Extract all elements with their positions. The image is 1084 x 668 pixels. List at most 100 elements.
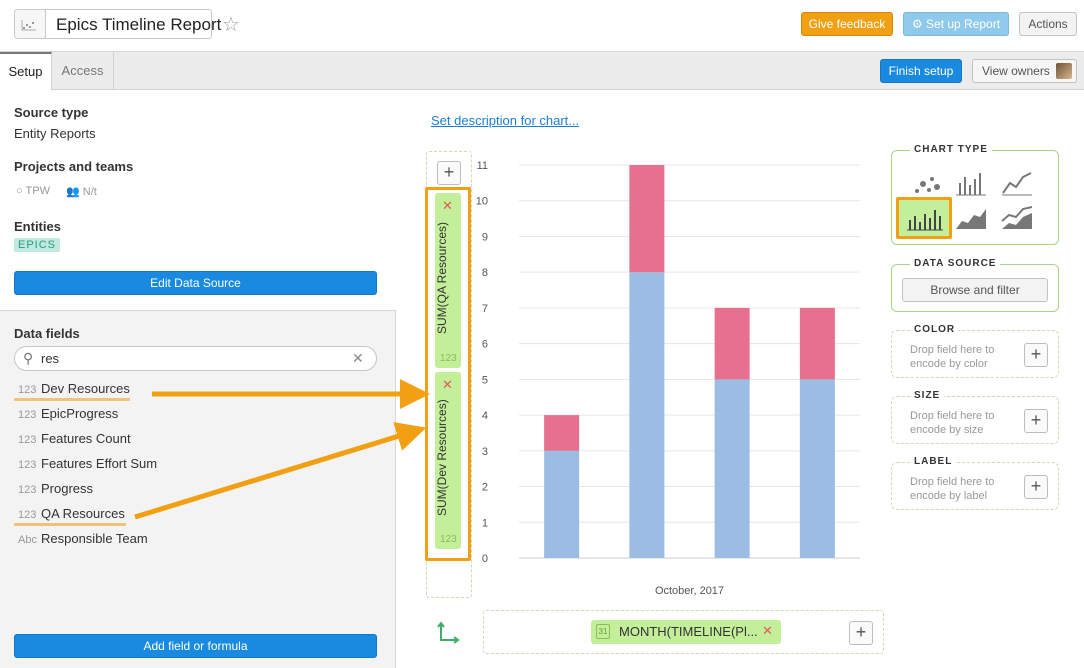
field-label: QA Resources	[41, 506, 125, 521]
tab-setup[interactable]: Setup	[0, 52, 52, 91]
bar-segment	[629, 272, 665, 558]
field-search-input[interactable]: ⚲ res ✕	[14, 346, 377, 371]
favorite-star-icon[interactable]: ☆	[222, 12, 240, 37]
field-item-qa-resources[interactable]: 123 QA Resources	[18, 506, 125, 521]
tab-access[interactable]: Access	[52, 52, 114, 90]
bar-segment	[629, 165, 665, 273]
field-label: Features Count	[41, 431, 131, 446]
source-type-value: Entity Reports	[14, 126, 96, 141]
edit-data-source-button[interactable]: Edit Data Source	[14, 271, 377, 295]
label-encoding-drop[interactable]: LABEL Drop field here to encode by label…	[891, 456, 1059, 510]
highlight-underline	[14, 398, 130, 401]
y-tick-label: 0	[482, 553, 488, 565]
report-chart-icon[interactable]	[14, 9, 46, 39]
browse-filter-button[interactable]: Browse and filter	[902, 278, 1048, 302]
remove-pill-icon[interactable]: ✕	[762, 623, 773, 639]
size-encoding-drop[interactable]: SIZE Drop field here to encode by size +	[891, 390, 1059, 444]
field-item-progress[interactable]: 123 Progress	[18, 481, 93, 496]
number-type-icon: 123	[18, 409, 37, 421]
source-type-heading: Source type	[14, 105, 89, 120]
field-item-dev-resources[interactable]: 123 Dev Resources	[18, 381, 130, 396]
scatter-chart-icon[interactable]	[908, 169, 942, 197]
field-item-epic-progress[interactable]: 123 EpicProgress	[18, 406, 118, 421]
size-heading: SIZE	[910, 390, 945, 401]
add-size-button[interactable]: +	[1024, 409, 1048, 433]
add-y-field-button[interactable]: +	[437, 161, 461, 185]
y-tick-label: 6	[482, 339, 488, 351]
color-hint: Drop field here to encode by color	[910, 344, 995, 370]
bar-segment	[544, 415, 580, 451]
text-type-icon: Abc	[18, 534, 37, 546]
gear-icon: ⚙	[911, 17, 927, 31]
set-description-link[interactable]: Set description for chart...	[431, 113, 579, 128]
remove-pill-icon[interactable]: ✕	[442, 377, 453, 393]
data-fields-heading: Data fields	[14, 326, 80, 341]
bar-segment	[544, 450, 580, 558]
view-owners-label: View owners	[982, 64, 1050, 78]
label-hint: Drop field here to encode by label	[910, 476, 995, 502]
field-label: Progress	[41, 481, 94, 496]
view-owners-button[interactable]: View owners	[972, 59, 1077, 83]
field-label: Responsible Team	[41, 531, 148, 546]
number-type-icon: 123	[18, 459, 37, 471]
y-tick-label: 11	[477, 160, 488, 172]
actions-button[interactable]: Actions	[1019, 12, 1077, 36]
project-name: TPW	[25, 185, 50, 197]
chart-type-heading: CHART TYPE	[910, 144, 992, 155]
number-type-icon: 123	[18, 384, 37, 396]
add-field-button[interactable]: Add field or formula	[14, 634, 377, 658]
field-item-responsible-team[interactable]: Abc Responsible Team	[18, 531, 148, 546]
entities-heading: Entities	[14, 219, 61, 234]
remove-pill-icon[interactable]: ✕	[442, 198, 453, 214]
finish-setup-button[interactable]: Finish setup	[880, 59, 962, 83]
stacked-bar-chart: 0 1 2 3 4 5 6 7 8 9 10 11 October, 2017	[476, 160, 860, 597]
team-item: 👥 N/t	[66, 185, 97, 198]
bar-segment	[799, 379, 835, 558]
label-heading: LABEL	[910, 456, 957, 467]
add-color-button[interactable]: +	[1024, 343, 1048, 367]
y-tick-label: 3	[482, 446, 488, 458]
y-pill-qa-resources[interactable]: ✕ SUM(QA Resources) 123	[435, 193, 461, 368]
bar-chart-icon[interactable]	[954, 169, 988, 197]
number-type-icon: 123	[18, 484, 37, 496]
x-pill-label: MONTH(TIMELINE(Pl...	[619, 624, 758, 639]
add-x-field-button[interactable]: +	[849, 621, 873, 645]
project-item: ○ TPW	[16, 185, 50, 197]
report-title[interactable]: Epics Timeline Report	[45, 9, 221, 39]
field-item-features-effort-sum[interactable]: 123 Features Effort Sum	[18, 456, 157, 471]
color-heading: COLOR	[910, 324, 960, 335]
give-feedback-button[interactable]: Give feedback	[801, 12, 893, 36]
calendar-icon: 31	[596, 624, 610, 639]
y-pill-label: SUM(Dev Resources)	[435, 399, 449, 517]
bar-segment	[714, 307, 750, 380]
projects-heading: Projects and teams	[14, 159, 134, 174]
stacked-area-chart-icon[interactable]	[1000, 203, 1034, 231]
highlight-underline	[14, 523, 126, 526]
axis-swap-icon[interactable]	[436, 620, 464, 646]
area-chart-icon[interactable]	[954, 203, 988, 231]
team-people-icon: 👥	[66, 186, 83, 198]
setup-report-button[interactable]: ⚙ Set up Report	[903, 12, 1009, 36]
x-pill-month-timeline[interactable]: 31 MONTH(TIMELINE(Pl... ✕	[591, 620, 781, 644]
color-encoding-drop[interactable]: COLOR Drop field here to encode by color…	[891, 324, 1059, 378]
add-label-button[interactable]: +	[1024, 475, 1048, 499]
stacked-bar-chart-icon[interactable]	[896, 197, 952, 239]
field-item-features-count[interactable]: 123 Features Count	[18, 431, 131, 446]
entity-tag-epics: EPICS	[14, 238, 61, 252]
data-source-panel: DATA SOURCE Browse and filter	[891, 258, 1059, 312]
data-source-heading: DATA SOURCE	[910, 258, 1001, 269]
line-chart-icon[interactable]	[1000, 169, 1034, 197]
setup-report-label: Set up Report	[926, 17, 1001, 31]
project-circle-icon: ○	[16, 185, 26, 197]
y-tick-label: 5	[482, 374, 488, 386]
y-pill-dev-resources[interactable]: ✕ SUM(Dev Resources) 123	[435, 372, 461, 549]
bar-segment	[799, 307, 835, 380]
y-tick-label: 4	[482, 410, 488, 422]
field-label: Features Effort Sum	[41, 456, 158, 471]
y-tick-label: 2	[482, 482, 488, 494]
y-tick-label: 1	[482, 517, 488, 529]
clear-search-icon[interactable]: ✕	[352, 350, 364, 367]
team-name: N/t	[82, 186, 97, 198]
chart-type-panel: CHART TYPE	[891, 144, 1059, 245]
y-pill-label: SUM(QA Resources)	[435, 221, 449, 335]
